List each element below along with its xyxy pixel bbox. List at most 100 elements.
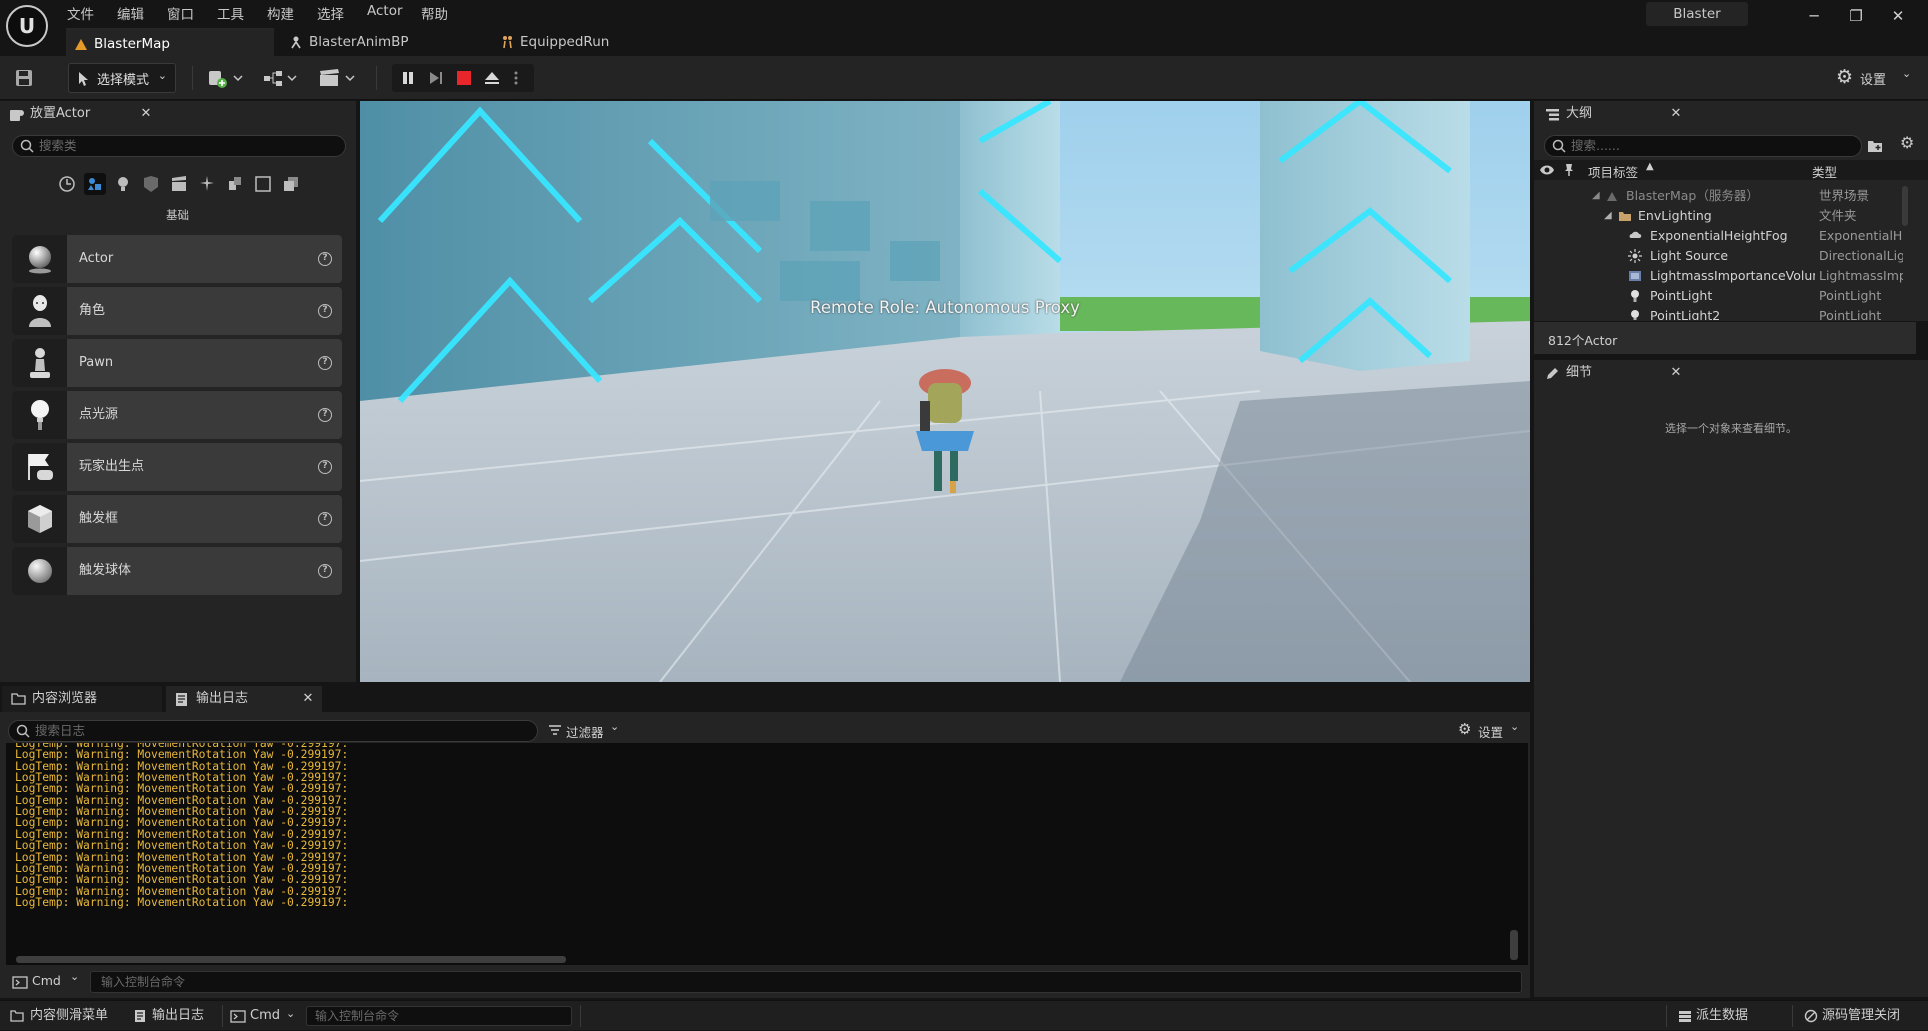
cinematics-icon[interactable] (318, 68, 356, 88)
place-actor-item[interactable]: 触发框 ? (12, 495, 342, 543)
toolbar-settings-button[interactable]: ⚙ 设置 ⌄ (1834, 64, 1920, 92)
close-icon[interactable]: ✕ (298, 686, 318, 712)
lights-icon[interactable] (112, 173, 134, 195)
output-log-tab[interactable]: 输出日志 ✕ (166, 686, 322, 712)
menu-actor[interactable]: Actor (367, 3, 403, 23)
status-console-input[interactable]: 输入控制台命令 (306, 1006, 572, 1026)
menu-help[interactable]: 帮助 (421, 3, 448, 23)
doc-tab-blastermap[interactable]: BlasterMap (66, 28, 274, 56)
minimize-icon[interactable]: ─ (1796, 4, 1832, 28)
outliner-tab[interactable]: 大纲 ✕ (1536, 101, 1692, 127)
new-folder-icon[interactable] (1866, 137, 1884, 155)
more-options-icon[interactable] (513, 70, 519, 86)
derived-data-button[interactable]: 派生数据 (1676, 1001, 1776, 1031)
doc-tab-blasteranimbp[interactable]: BlasterAnimBP (281, 28, 481, 56)
help-icon[interactable]: ? (318, 252, 332, 266)
console-icon (230, 1010, 246, 1023)
cmd-label: Cmd (32, 973, 61, 988)
console-command-input[interactable]: 输入控制台命令 (90, 971, 1522, 993)
status-cmd-selector[interactable]: Cmd ⌄ (228, 1001, 300, 1031)
place-actor-item[interactable]: 角色 ? (12, 287, 342, 335)
cmd-selector[interactable]: Cmd ⌄ (10, 970, 92, 992)
help-icon[interactable]: ? (318, 460, 332, 474)
outliner-row-lightmass-volume[interactable]: LightmassImportanceVolum LightmassImp (1536, 266, 1916, 286)
unreal-logo-icon[interactable]: U (6, 5, 48, 47)
trigger-box-icon (12, 495, 67, 543)
menu-window[interactable]: 窗口 (167, 3, 194, 23)
help-icon[interactable]: ? (318, 408, 332, 422)
help-icon[interactable]: ? (318, 564, 332, 578)
details-tab[interactable]: 细节 ✕ (1536, 360, 1692, 386)
menu-select[interactable]: 选择 (317, 3, 344, 23)
close-icon[interactable]: ✕ (1666, 360, 1686, 386)
place-actor-item[interactable]: Actor ? (12, 235, 342, 283)
close-icon[interactable]: ✕ (1666, 101, 1686, 127)
place-actor-item[interactable]: 触发球体 ? (12, 547, 342, 595)
place-actor-item[interactable]: 点光源 ? (12, 391, 342, 439)
point-light-icon (12, 391, 67, 439)
menu-edit[interactable]: 编辑 (117, 3, 144, 23)
place-actor-item[interactable]: Pawn ? (12, 339, 342, 387)
help-icon[interactable]: ? (318, 356, 332, 370)
animation-sequence-icon (503, 36, 512, 49)
volumes-icon[interactable] (252, 173, 274, 195)
log-output[interactable]: LogTemp: Warning: MovementRotation Yaw -… (6, 743, 1528, 965)
all-classes-icon[interactable] (280, 173, 302, 195)
outliner-settings-gear-icon[interactable]: ⚙ (1900, 133, 1914, 152)
help-icon[interactable]: ? (318, 304, 332, 318)
outliner-row-pointlight[interactable]: PointLight PointLight (1536, 286, 1916, 306)
visual-effects-icon[interactable] (196, 173, 218, 195)
geometry-icon[interactable] (224, 173, 246, 195)
place-actors-tab-label: 放置Actor (30, 106, 91, 121)
place-actors-search-input[interactable]: 搜索类 (12, 135, 346, 157)
menu-file[interactable]: 文件 (67, 3, 94, 23)
step-frame-icon[interactable] (428, 70, 444, 86)
log-search-input[interactable]: 搜索日志 (8, 720, 538, 742)
pause-icon[interactable] (400, 70, 416, 86)
pin-icon[interactable] (1563, 163, 1575, 177)
outliner-row-light-source[interactable]: Light Source DirectionalLigl (1536, 246, 1916, 266)
close-icon[interactable]: ✕ (136, 101, 156, 127)
pawn-icon (12, 339, 67, 387)
doc-tab-equippedrun[interactable]: EquippedRun (492, 28, 672, 56)
stop-icon[interactable] (456, 70, 472, 86)
recent-icon[interactable] (56, 173, 78, 195)
row-type: PointLight (1819, 288, 1882, 303)
column-item-label[interactable]: 项目标签 (1588, 162, 1638, 181)
content-drawer-button[interactable]: 内容侧滑菜单 (8, 1001, 122, 1031)
restore-icon[interactable]: ❐ (1838, 4, 1874, 28)
shapes-icon[interactable] (140, 173, 162, 195)
menu-build[interactable]: 构建 (267, 3, 294, 23)
select-mode-button[interactable]: 选择模式 ⌄ (68, 63, 176, 93)
outliner-row-heightfog[interactable]: ExponentialHeightFog ExponentialHe (1536, 226, 1916, 246)
basic-shapes-icon[interactable] (84, 173, 106, 195)
log-filter-button[interactable]: 过滤器 ⌄ (546, 720, 626, 742)
collapse-arrow-icon[interactable]: ◢ (1592, 186, 1600, 206)
help-icon[interactable]: ? (318, 512, 332, 526)
outliner-row-pointlight2[interactable]: PointLight2 PointLight (1536, 306, 1916, 320)
outliner-row-envlighting[interactable]: ◢ EnvLighting 文件夹 (1536, 206, 1916, 226)
place-actors-tab[interactable]: 放置Actor ✕ (0, 101, 160, 127)
close-window-icon[interactable]: ✕ (1880, 4, 1916, 28)
visibility-eye-icon[interactable] (1539, 163, 1555, 177)
blueprint-icon[interactable] (262, 68, 298, 88)
log-settings-button[interactable]: ⚙ 设置 ⌄ (1458, 720, 1524, 742)
add-actor-icon[interactable] (208, 68, 244, 88)
save-icon[interactable] (14, 68, 34, 88)
outliner-row-blastermap[interactable]: ◢ BlasterMap（服务器） 世界场景 (1536, 186, 1916, 206)
content-browser-tab[interactable]: 内容浏览器 (2, 686, 162, 712)
place-actor-item[interactable]: 玩家出生点 ? (12, 443, 342, 491)
log-horizontal-scrollbar[interactable] (16, 956, 566, 963)
log-vertical-scrollbar[interactable] (1510, 930, 1518, 960)
collapse-arrow-icon[interactable]: ◢ (1604, 206, 1612, 226)
source-control-button[interactable]: 源码管理关闭 (1802, 1001, 1922, 1031)
status-output-log-button[interactable]: 输出日志 (132, 1001, 222, 1031)
cinematic-icon[interactable] (168, 173, 190, 195)
eject-icon[interactable] (483, 70, 501, 86)
outliner-scrollbar[interactable] (1902, 186, 1908, 226)
outliner-search-input[interactable]: 搜索...... (1544, 135, 1862, 157)
column-type[interactable]: 类型 (1812, 162, 1837, 181)
menu-tools[interactable]: 工具 (217, 3, 244, 23)
level-viewport[interactable]: Remote Role: Autonomous Proxy (360, 101, 1530, 682)
outliner-icon (1546, 109, 1559, 121)
